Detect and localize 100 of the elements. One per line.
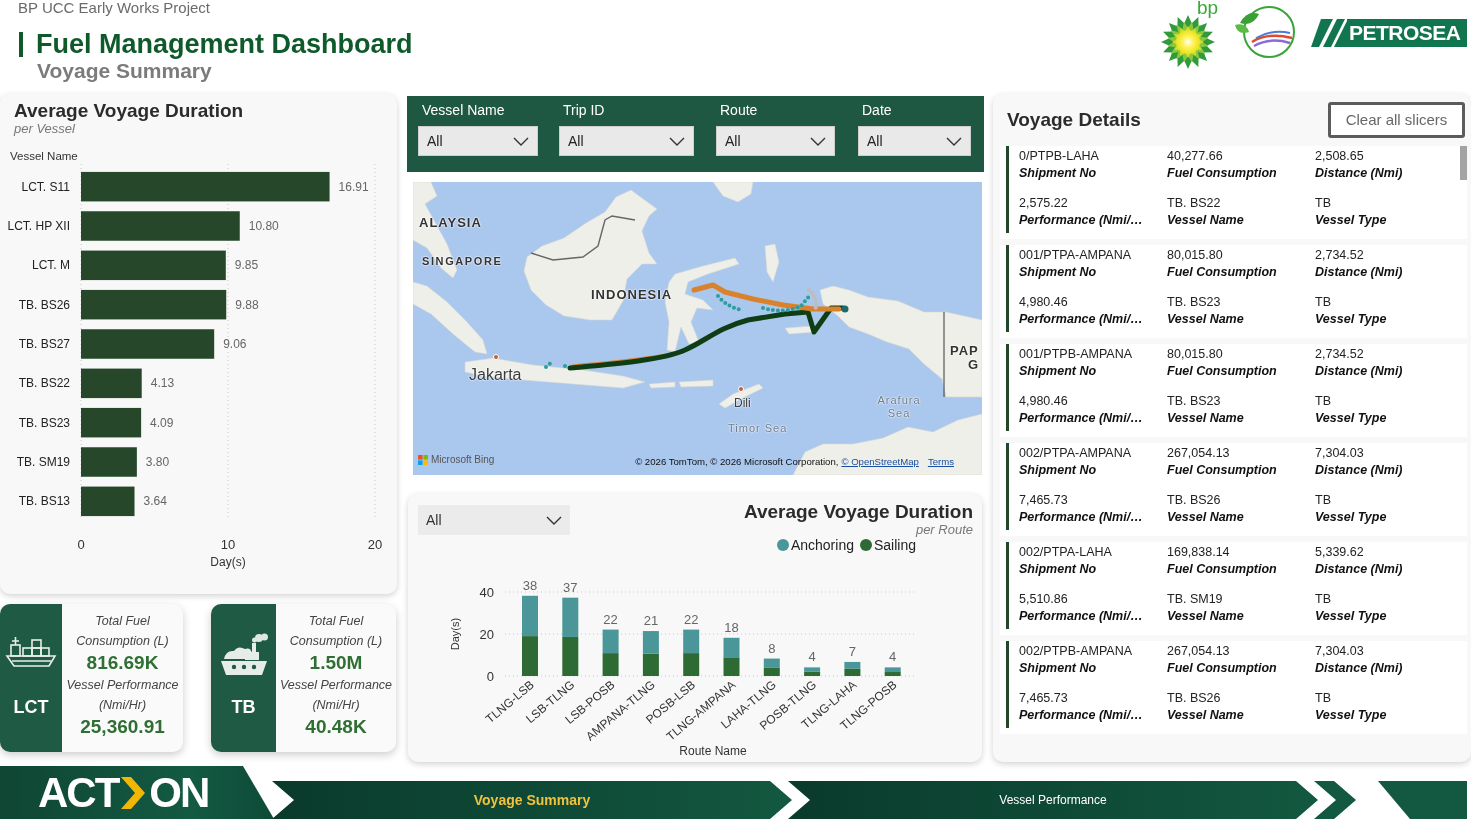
map-provider: Microsoft Bing: [431, 454, 495, 465]
field-label: Performance (Nmi/…: [1019, 607, 1144, 625]
field-value: 5,339.62: [1315, 544, 1365, 561]
bar: [763, 667, 780, 676]
scrollbar-thumb[interactable]: [1460, 146, 1467, 180]
field-label: Performance (Nmi/…: [1019, 508, 1144, 526]
map-label: Timor Sea: [728, 422, 788, 435]
track-end-icon: [841, 305, 849, 313]
bar: [81, 447, 137, 477]
bar: [642, 631, 659, 654]
map-label: G: [968, 358, 980, 373]
page-tab[interactable]: Voyage Summary: [272, 781, 792, 819]
data-label: 22: [603, 611, 618, 627]
field-value: TB. BS22: [1167, 194, 1222, 212]
chevron-down-icon: [513, 136, 529, 146]
vessel-type-label: LCT: [13, 696, 49, 718]
dropdown[interactable]: All: [559, 126, 694, 156]
dropdown[interactable]: All: [418, 505, 570, 535]
field-label: Performance (Nmi/…: [1019, 409, 1144, 427]
slicer-label: Vessel Name: [421, 102, 506, 118]
bar: [81, 407, 142, 438]
data-label: 4.09: [150, 415, 174, 430]
page-tab[interactable]: Vessel Performance: [788, 781, 1318, 819]
metric-label: Total Fuel Consumption (L): [288, 613, 384, 650]
field-label: Distance (Nmi): [1315, 462, 1404, 479]
field-label: Vessel Type: [1315, 211, 1388, 229]
chevron-down-icon: [546, 515, 562, 525]
dropdown[interactable]: All: [716, 126, 835, 156]
field-value: TB: [1315, 293, 1332, 311]
field-value: 4,980.46: [1019, 293, 1069, 311]
attribution-link[interactable]: © OpenStreetMap: [841, 456, 919, 467]
chevron-right-icon: [119, 776, 148, 809]
data-label: 8: [768, 640, 776, 656]
category-label: LCT. M: [32, 258, 70, 273]
field-label: Distance (Nmi): [1315, 660, 1404, 677]
field-label: Distance (Nmi): [1315, 264, 1404, 281]
field-value: 001/PTPA-AMPANA: [1019, 247, 1133, 264]
field-label: Shipment No: [1019, 363, 1098, 380]
field-label: Fuel Consumption: [1167, 660, 1278, 677]
field-value: TB. BS26: [1167, 491, 1222, 509]
field-label: Vessel Type: [1315, 310, 1388, 328]
field-value: TB: [1315, 194, 1332, 212]
field-value: 169,838.14: [1167, 544, 1231, 561]
field-label: Shipment No: [1019, 165, 1098, 182]
field-value: 7,304.03: [1315, 445, 1365, 462]
data-label: 10.80: [248, 219, 279, 233]
dashboard-title: Fuel Management Dashboard: [36, 29, 413, 59]
metric-label: Vessel Performance (Nmi/Hr): [65, 677, 180, 714]
chart-subtitle: per Route: [914, 523, 973, 537]
field-value: 7,465.73: [1019, 689, 1069, 707]
field-label: Vessel Name: [1167, 310, 1245, 328]
category-label: TB. BS13: [18, 494, 70, 509]
field-value: 001/PTPB-AMPANA: [1019, 346, 1133, 363]
field-value: 002/PTPB-AMPANA: [1019, 643, 1133, 660]
chart-title: Average Voyage Duration: [743, 501, 973, 523]
data-label: 3.64: [143, 494, 167, 509]
field-value: 2,575.22: [1019, 194, 1069, 212]
map-label: Jakarta: [469, 366, 522, 384]
bar: [723, 657, 740, 676]
field-value: 80,015.80: [1167, 247, 1224, 264]
project-name: BP UCC Early Works Project: [18, 0, 211, 16]
field-label: Vessel Type: [1315, 607, 1388, 625]
chart-title: Average Voyage Duration: [14, 100, 245, 122]
data-label: 7: [848, 643, 856, 659]
field-value: 80,015.80: [1167, 346, 1224, 363]
axis-tick-label: 10: [220, 537, 236, 552]
legend-label: Anchoring: [790, 537, 854, 553]
clear-slicers-button[interactable]: Clear all slicers: [1328, 102, 1465, 138]
terms-link[interactable]: Terms: [927, 456, 954, 467]
map-attribution: © 2026 TomTom, © 2026 Microsoft Corporation,: [635, 456, 839, 467]
dropdown[interactable]: All: [858, 126, 971, 156]
data-label: 21: [643, 613, 659, 629]
field-label: Performance (Nmi/…: [1019, 211, 1144, 229]
tugboat-icon: [218, 632, 269, 678]
map-label: SINGAPORE: [422, 255, 503, 268]
field-label: Fuel Consumption: [1167, 462, 1278, 479]
logo-text: ON: [149, 770, 209, 815]
category-label: TB. BS27: [18, 337, 70, 351]
field-label: Vessel Name: [1167, 409, 1245, 427]
field-label: Performance (Nmi/…: [1019, 706, 1144, 724]
panel-title: Voyage Details: [1007, 109, 1141, 131]
bar: [602, 653, 619, 676]
category-label: LCT. HP XII: [7, 219, 70, 233]
bar: [81, 486, 135, 517]
dropdown[interactable]: All: [418, 126, 538, 156]
field-value: TB. BS23: [1167, 392, 1222, 410]
field-label: Vessel Name: [1167, 607, 1245, 625]
bar: [723, 637, 740, 658]
data-label: 9.88: [235, 297, 259, 312]
slicer-label: Route: [719, 102, 759, 118]
field-value: 002/PTPA-AMPANA: [1019, 445, 1133, 462]
field-value: 267,054.13: [1167, 643, 1231, 660]
axis-tick-label: 20: [479, 627, 494, 642]
axis-tick-label: 0: [77, 537, 85, 552]
map-label: INDONESIA: [591, 288, 673, 303]
field-label: Vessel Name: [1167, 211, 1245, 229]
logo-text: PETROSEA: [1349, 20, 1461, 46]
category-label: TB. BS22: [18, 376, 70, 391]
axis-title: Route Name: [679, 744, 747, 758]
slicer-label: Date: [861, 102, 893, 118]
